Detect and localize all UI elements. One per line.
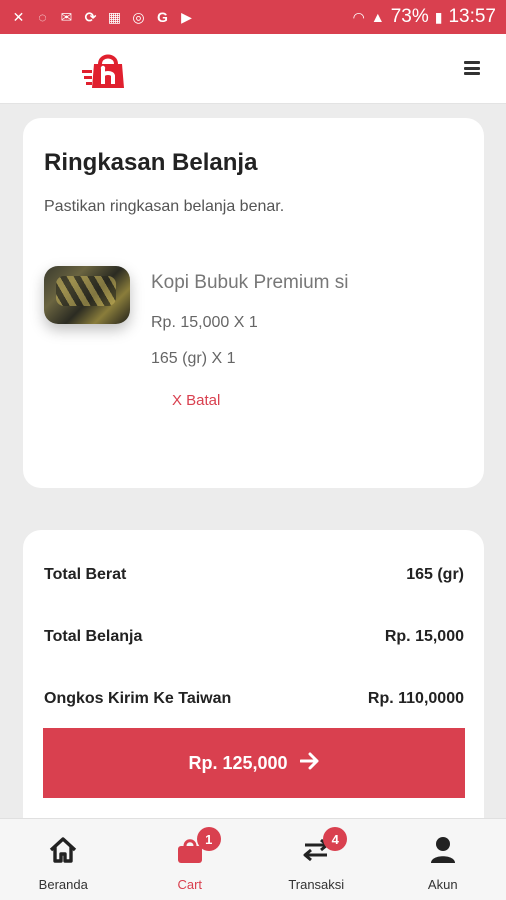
mail-icon: ✉ bbox=[60, 8, 73, 25]
nav-account[interactable]: Akun bbox=[380, 819, 506, 900]
shipping-value: Rp. 110,0000 bbox=[367, 690, 464, 707]
product-thumbnail bbox=[44, 266, 130, 324]
shipping-row: Ongkos Kirim Ke Taiwan Rp. 110,0000 bbox=[44, 690, 464, 708]
page-subtitle: Pastikan ringkasan belanja benar. bbox=[44, 198, 285, 215]
nav-transactions[interactable]: 4 Transaksi bbox=[253, 819, 380, 900]
signal-icon: ▲ bbox=[370, 9, 385, 25]
transactions-badge: 4 bbox=[323, 827, 348, 851]
missed-call-icon: ✕ bbox=[12, 8, 25, 25]
product-price: Rp. 15,000 X 1 bbox=[151, 314, 258, 331]
total-spend-label: Total Belanja bbox=[44, 628, 143, 645]
app-header bbox=[0, 34, 506, 104]
sync-icon: ⟳ bbox=[84, 8, 97, 25]
instagram-icon: ◎ bbox=[132, 8, 145, 25]
status-right: ◠ ▲ 73% ▮ 13:57 bbox=[353, 6, 496, 28]
notification-icons: ✕ ◌ ✉ ⟳ ▦ ◎ G ▶ bbox=[10, 9, 195, 26]
page-title: Ringkasan Belanja bbox=[44, 149, 258, 176]
arrow-right-icon bbox=[299, 752, 320, 775]
cancel-item-button[interactable]: X Batal bbox=[172, 392, 220, 409]
user-icon bbox=[428, 835, 458, 865]
nav-home-label: Beranda bbox=[38, 877, 88, 892]
totals-card: Total Berat 165 (gr) Total Belanja Rp. 1… bbox=[23, 530, 484, 830]
checkout-total: Rp. 125,000 bbox=[188, 752, 288, 773]
total-spend-row: Total Belanja Rp. 15,000 bbox=[44, 628, 464, 646]
total-weight-value: 165 (gr) bbox=[406, 566, 464, 583]
brand-logo-icon[interactable] bbox=[82, 48, 128, 90]
swap-arrows-icon: 4 bbox=[301, 827, 348, 865]
bottom-navigation: Beranda 1 Cart 4 Transaksi Akun bbox=[0, 818, 506, 900]
checkout-button[interactable]: Rp. 125,000 bbox=[43, 728, 465, 798]
product-name: Kopi Bubuk Premium si bbox=[151, 272, 349, 293]
nav-transactions-label: Transaksi bbox=[288, 877, 345, 892]
clock: 13:57 bbox=[448, 6, 496, 27]
nav-account-label: Akun bbox=[427, 877, 458, 892]
home-icon bbox=[48, 835, 78, 865]
total-weight-label: Total Berat bbox=[44, 566, 127, 583]
total-spend-value: Rp. 15,000 bbox=[384, 628, 464, 645]
nav-cart[interactable]: 1 Cart bbox=[127, 819, 254, 900]
wifi-icon: ◠ bbox=[352, 8, 365, 25]
menu-icon[interactable] bbox=[464, 61, 480, 75]
nav-home[interactable]: Beranda bbox=[0, 819, 127, 900]
product-weight: 165 (gr) X 1 bbox=[151, 350, 236, 367]
google-icon: G bbox=[157, 9, 168, 25]
cart-badge: 1 bbox=[196, 827, 221, 851]
calendar-icon: ▦ bbox=[107, 8, 122, 25]
whatsapp-icon: ◌ bbox=[38, 9, 47, 25]
shopping-bag-icon: 1 bbox=[175, 827, 221, 865]
battery-percent: 73% bbox=[390, 6, 429, 27]
battery-icon: ▮ bbox=[434, 8, 443, 25]
play-icon: ▶ bbox=[181, 8, 192, 25]
total-weight-row: Total Berat 165 (gr) bbox=[44, 566, 464, 584]
shipping-label: Ongkos Kirim Ke Taiwan bbox=[44, 690, 232, 707]
cart-summary-card: Ringkasan Belanja Pastikan ringkasan bel… bbox=[23, 118, 484, 488]
nav-cart-label: Cart bbox=[177, 877, 203, 892]
status-bar: ✕ ◌ ✉ ⟳ ▦ ◎ G ▶ ◠ ▲ 73% ▮ 13:57 bbox=[0, 0, 506, 34]
